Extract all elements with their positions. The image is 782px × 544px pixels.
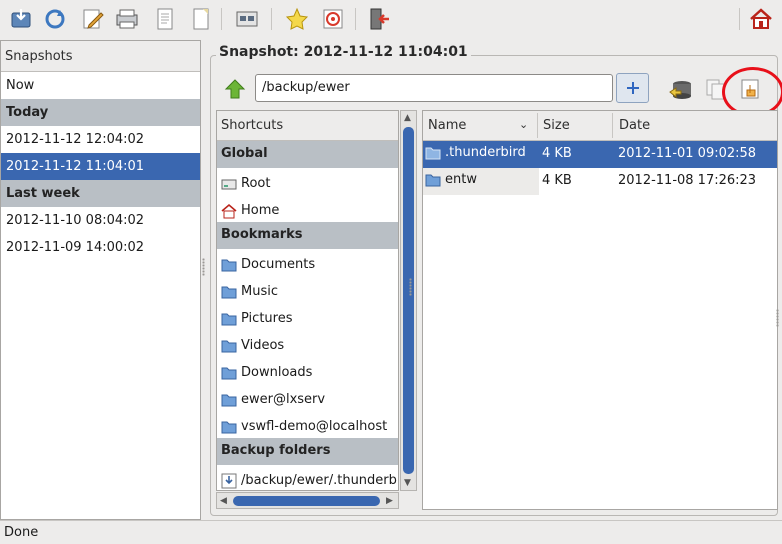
folder-icon xyxy=(425,147,441,159)
column-date[interactable]: Date xyxy=(619,118,650,133)
shortcuts-vertical-scrollbar[interactable]: ▲ ▼ xyxy=(400,110,417,491)
shortcut-label: Downloads xyxy=(241,365,313,380)
exit-icon[interactable] xyxy=(366,6,392,32)
shortcut-group-backup-folders: Backup folders xyxy=(217,438,398,465)
shortcuts-header: Shortcuts xyxy=(217,111,398,141)
files-pane: Name ⌄ Size Date .thunderbird 4 KB 2012-… xyxy=(422,110,778,510)
shortcut-item-downloads[interactable]: Downloads xyxy=(217,357,398,384)
folder-icon xyxy=(221,421,237,433)
shortcut-label: Home xyxy=(241,203,280,218)
folder-icon xyxy=(221,394,237,406)
folder-icon xyxy=(221,286,237,298)
snapshots-pane: Snapshots Now Today 2012-11-12 12:04:02 … xyxy=(0,40,201,520)
folder-icon xyxy=(221,367,237,379)
shortcut-group-bookmarks: Bookmarks xyxy=(217,222,398,249)
file-date: 2012-11-08 17:26:23 xyxy=(618,173,757,188)
view-last-log-icon[interactable] xyxy=(188,6,214,32)
snapshot-item[interactable]: 2012-11-12 12:04:02 xyxy=(1,126,200,153)
file-size: 4 KB xyxy=(542,173,572,188)
shortcut-item-vswfl-demo[interactable]: vswfl-demo@localhost xyxy=(217,411,398,438)
shortcut-item-videos[interactable]: Videos xyxy=(217,330,398,357)
status-bar: Done xyxy=(0,520,782,544)
shortcut-label: Pictures xyxy=(241,311,293,326)
file-date: 2012-11-01 09:02:58 xyxy=(618,146,757,161)
pane-splitter-edge[interactable] xyxy=(776,309,779,327)
scroll-up-icon[interactable]: ▲ xyxy=(404,113,411,123)
file-name: entw xyxy=(445,172,477,187)
shortcut-label: Documents xyxy=(241,257,316,272)
snapshot-item-selected[interactable]: 2012-11-12 11:04:01 xyxy=(1,153,200,180)
shortcut-group-global: Global xyxy=(217,141,398,168)
file-size: 4 KB xyxy=(542,146,572,161)
shortcut-label: Root xyxy=(241,176,271,191)
shortcut-item-backup-folder[interactable]: /backup/ewer/.thunderb xyxy=(217,465,398,490)
home-folder-icon xyxy=(221,203,237,218)
column-name[interactable]: Name xyxy=(428,118,466,133)
shutdown-icon[interactable] xyxy=(284,6,310,32)
drive-icon xyxy=(221,179,237,189)
add-bookmark-button[interactable] xyxy=(616,73,649,103)
shortcut-item-music[interactable]: Music xyxy=(217,276,398,303)
status-text: Done xyxy=(4,525,39,540)
shortcut-label: ewer@lxserv xyxy=(241,392,326,407)
path-input[interactable]: /backup/ewer xyxy=(255,74,613,102)
scroll-down-icon[interactable]: ▼ xyxy=(404,478,411,488)
shortcut-label: vswfl-demo@localhost xyxy=(241,419,388,434)
column-size[interactable]: Size xyxy=(543,118,570,133)
snapshot-item[interactable]: 2012-11-09 14:00:02 xyxy=(1,234,200,261)
file-row-thunderbird[interactable]: .thunderbird 4 KB 2012-11-01 09:02:58 xyxy=(423,141,777,168)
snapshot-item[interactable]: 2012-11-10 08:04:02 xyxy=(1,207,200,234)
take-snapshot-icon[interactable] xyxy=(8,6,34,32)
shortcut-item-documents[interactable]: Documents xyxy=(217,249,398,276)
folder-up-icon[interactable] xyxy=(224,78,246,100)
shortcuts-pane: Shortcuts Global Root Home Bookmarks Doc… xyxy=(216,110,399,491)
restore-icon[interactable] xyxy=(668,76,694,102)
snapshot-item-now[interactable]: Now xyxy=(1,72,200,99)
scroll-left-icon[interactable]: ◀ xyxy=(220,496,227,506)
snapshot-title: Snapshot: 2012-11-12 11:04:01 xyxy=(216,44,471,60)
shortcut-item-pictures[interactable]: Pictures xyxy=(217,303,398,330)
scrollbar-thumb[interactable] xyxy=(233,496,380,506)
file-name: .thunderbird xyxy=(445,145,526,160)
main-toolbar xyxy=(0,0,782,40)
folder-icon xyxy=(221,313,237,325)
backup-folder-icon xyxy=(221,473,237,488)
remove-snapshot-icon[interactable] xyxy=(114,6,140,32)
plus-icon xyxy=(626,82,639,94)
folder-icon xyxy=(221,259,237,271)
files-header: Name ⌄ Size Date xyxy=(423,111,777,141)
file-name-cell: entw xyxy=(425,172,477,187)
shortcut-label: Videos xyxy=(241,338,285,353)
shortcut-item-root[interactable]: Root xyxy=(217,168,398,195)
view-log-icon[interactable] xyxy=(152,6,178,32)
file-row-entw[interactable]: entw 4 KB 2012-11-08 17:26:23 xyxy=(423,168,777,195)
snapshots-header: Snapshots xyxy=(1,41,200,72)
shortcuts-horizontal-scrollbar[interactable]: ◀ ▶ xyxy=(216,492,399,509)
scrollbar-thumb[interactable] xyxy=(403,127,414,474)
refresh-icon[interactable] xyxy=(42,6,68,32)
scroll-right-icon[interactable]: ▶ xyxy=(386,496,393,506)
shortcut-label: Music xyxy=(241,284,278,299)
help-icon[interactable] xyxy=(320,6,346,32)
snapshot-group-last-week: Last week xyxy=(1,180,200,207)
home-icon[interactable] xyxy=(748,6,774,32)
file-name-cell: .thunderbird xyxy=(425,145,526,160)
shortcut-item-ewer-lxserv[interactable]: ewer@lxserv xyxy=(217,384,398,411)
folder-icon xyxy=(221,340,237,352)
edit-name-icon[interactable] xyxy=(80,6,106,32)
shortcut-item-home[interactable]: Home xyxy=(217,195,398,222)
shortcut-label: /backup/ewer/.thunderb xyxy=(241,473,397,488)
folder-icon xyxy=(425,174,441,186)
pane-splitter-right[interactable] xyxy=(409,278,412,296)
pane-splitter-left[interactable] xyxy=(202,258,205,276)
sort-chevron-icon[interactable]: ⌄ xyxy=(519,118,528,131)
settings-icon[interactable] xyxy=(234,6,260,32)
snapshot-group-today: Today xyxy=(1,99,200,126)
